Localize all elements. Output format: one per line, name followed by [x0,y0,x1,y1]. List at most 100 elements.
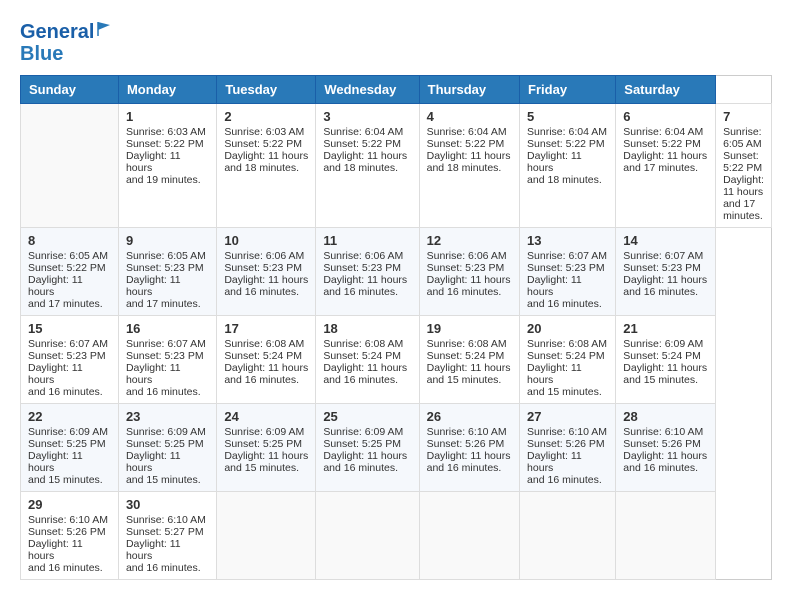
sunset-label: Sunset: 5:23 PM [427,262,505,274]
daylight-minutes: and 16 minutes. [623,286,698,298]
daylight-minutes: and 16 minutes. [28,386,103,398]
day-number: 12 [427,233,512,248]
daylight-label: Daylight: 11 hours [623,150,707,162]
calendar-cell [316,492,419,580]
sunset-label: Sunset: 5:23 PM [323,262,401,274]
daylight-minutes: and 15 minutes. [224,462,299,474]
daylight-minutes: and 16 minutes. [427,462,502,474]
calendar-week-row: 1 Sunrise: 6:03 AM Sunset: 5:22 PM Dayli… [21,104,772,228]
day-number: 22 [28,409,111,424]
sunrise-label: Sunrise: 6:10 AM [126,514,206,526]
calendar-week-row: 8 Sunrise: 6:05 AM Sunset: 5:22 PM Dayli… [21,228,772,316]
sunset-label: Sunset: 5:26 PM [527,438,605,450]
sunrise-label: Sunrise: 6:07 AM [527,250,607,262]
daylight-minutes: and 17 minutes. [126,298,201,310]
calendar-week-row: 22 Sunrise: 6:09 AM Sunset: 5:25 PM Dayl… [21,404,772,492]
sunset-label: Sunset: 5:24 PM [323,350,401,362]
day-number: 10 [224,233,308,248]
daylight-minutes: and 16 minutes. [126,386,201,398]
calendar-cell: 8 Sunrise: 6:05 AM Sunset: 5:22 PM Dayli… [21,228,119,316]
day-number: 29 [28,497,111,512]
daylight-minutes: and 15 minutes. [28,474,103,486]
sunset-label: Sunset: 5:22 PM [224,138,302,150]
daylight-minutes: and 16 minutes. [224,286,299,298]
calendar-table: SundayMondayTuesdayWednesdayThursdayFrid… [20,75,772,580]
sunrise-label: Sunrise: 6:08 AM [323,338,403,350]
daylight-minutes: and 16 minutes. [28,562,103,574]
sunrise-label: Sunrise: 6:06 AM [427,250,507,262]
daylight-minutes: and 16 minutes. [623,462,698,474]
daylight-label: Daylight: 11 hours [427,362,511,374]
day-number: 4 [427,109,512,124]
daylight-label: Daylight: 11 hours [323,362,407,374]
day-number: 18 [323,321,411,336]
daylight-minutes: and 16 minutes. [126,562,201,574]
calendar-cell: 10 Sunrise: 6:06 AM Sunset: 5:23 PM Dayl… [217,228,316,316]
day-number: 28 [623,409,708,424]
dow-header-monday: Monday [118,76,216,104]
daylight-minutes: and 18 minutes. [427,162,502,174]
calendar-cell: 4 Sunrise: 6:04 AM Sunset: 5:22 PM Dayli… [419,104,519,228]
daylight-minutes: and 15 minutes. [126,474,201,486]
calendar-cell: 14 Sunrise: 6:07 AM Sunset: 5:23 PM Dayl… [616,228,716,316]
daylight-label: Daylight: 11 hours [224,450,308,462]
daylight-label: Daylight: 11 hours [427,450,511,462]
sunset-label: Sunset: 5:23 PM [623,262,701,274]
sunrise-label: Sunrise: 6:08 AM [427,338,507,350]
sunset-label: Sunset: 5:23 PM [126,262,204,274]
day-number: 9 [126,233,209,248]
sunset-label: Sunset: 5:26 PM [427,438,505,450]
calendar-cell [419,492,519,580]
daylight-minutes: and 17 minutes. [623,162,698,174]
day-number: 13 [527,233,608,248]
daylight-label: Daylight: 11 hours [623,450,707,462]
sunrise-label: Sunrise: 6:05 AM [723,126,762,150]
sunset-label: Sunset: 5:23 PM [527,262,605,274]
daylight-label: Daylight: 11 hours [126,150,181,174]
daylight-minutes: and 16 minutes. [527,298,602,310]
daylight-label: Daylight: 11 hours [224,150,308,162]
day-number: 15 [28,321,111,336]
day-number: 27 [527,409,608,424]
calendar-week-row: 29 Sunrise: 6:10 AM Sunset: 5:26 PM Dayl… [21,492,772,580]
sunset-label: Sunset: 5:27 PM [126,526,204,538]
calendar-cell: 23 Sunrise: 6:09 AM Sunset: 5:25 PM Dayl… [118,404,216,492]
daylight-label: Daylight: 11 hours [623,362,707,374]
sunrise-label: Sunrise: 6:09 AM [28,426,108,438]
sunrise-label: Sunrise: 6:08 AM [527,338,607,350]
calendar-cell: 6 Sunrise: 6:04 AM Sunset: 5:22 PM Dayli… [616,104,716,228]
sunrise-label: Sunrise: 6:09 AM [224,426,304,438]
calendar-week-row: 15 Sunrise: 6:07 AM Sunset: 5:23 PM Dayl… [21,316,772,404]
daylight-minutes: and 16 minutes. [323,286,398,298]
dow-header-thursday: Thursday [419,76,519,104]
calendar-cell: 9 Sunrise: 6:05 AM Sunset: 5:23 PM Dayli… [118,228,216,316]
sunset-label: Sunset: 5:25 PM [323,438,401,450]
calendar-cell: 7 Sunrise: 6:05 AM Sunset: 5:22 PM Dayli… [716,104,772,228]
sunset-label: Sunset: 5:26 PM [28,526,106,538]
logo-blue: Blue [20,43,63,65]
sunrise-label: Sunrise: 6:04 AM [323,126,403,138]
calendar-cell: 25 Sunrise: 6:09 AM Sunset: 5:25 PM Dayl… [316,404,419,492]
day-number: 19 [427,321,512,336]
daylight-label: Daylight: 11 hours [224,362,308,374]
sunset-label: Sunset: 5:22 PM [126,138,204,150]
daylight-label: Daylight: 11 hours [323,274,407,286]
daylight-minutes: and 16 minutes. [527,474,602,486]
daylight-minutes: and 19 minutes. [126,174,201,186]
calendar-cell: 13 Sunrise: 6:07 AM Sunset: 5:23 PM Dayl… [520,228,616,316]
dow-header-tuesday: Tuesday [217,76,316,104]
daylight-label: Daylight: 11 hours [224,274,308,286]
sunset-label: Sunset: 5:23 PM [28,350,106,362]
calendar-cell: 21 Sunrise: 6:09 AM Sunset: 5:24 PM Dayl… [616,316,716,404]
sunset-label: Sunset: 5:24 PM [527,350,605,362]
day-number: 3 [323,109,411,124]
day-number: 1 [126,109,209,124]
calendar-cell: 18 Sunrise: 6:08 AM Sunset: 5:24 PM Dayl… [316,316,419,404]
daylight-label: Daylight: 11 hours [723,174,764,198]
daylight-label: Daylight: 11 hours [427,150,511,162]
calendar-cell: 1 Sunrise: 6:03 AM Sunset: 5:22 PM Dayli… [118,104,216,228]
daylight-label: Daylight: 11 hours [28,538,83,562]
page-header: General Blue [20,20,772,65]
calendar-cell: 3 Sunrise: 6:04 AM Sunset: 5:22 PM Dayli… [316,104,419,228]
sunrise-label: Sunrise: 6:07 AM [623,250,703,262]
